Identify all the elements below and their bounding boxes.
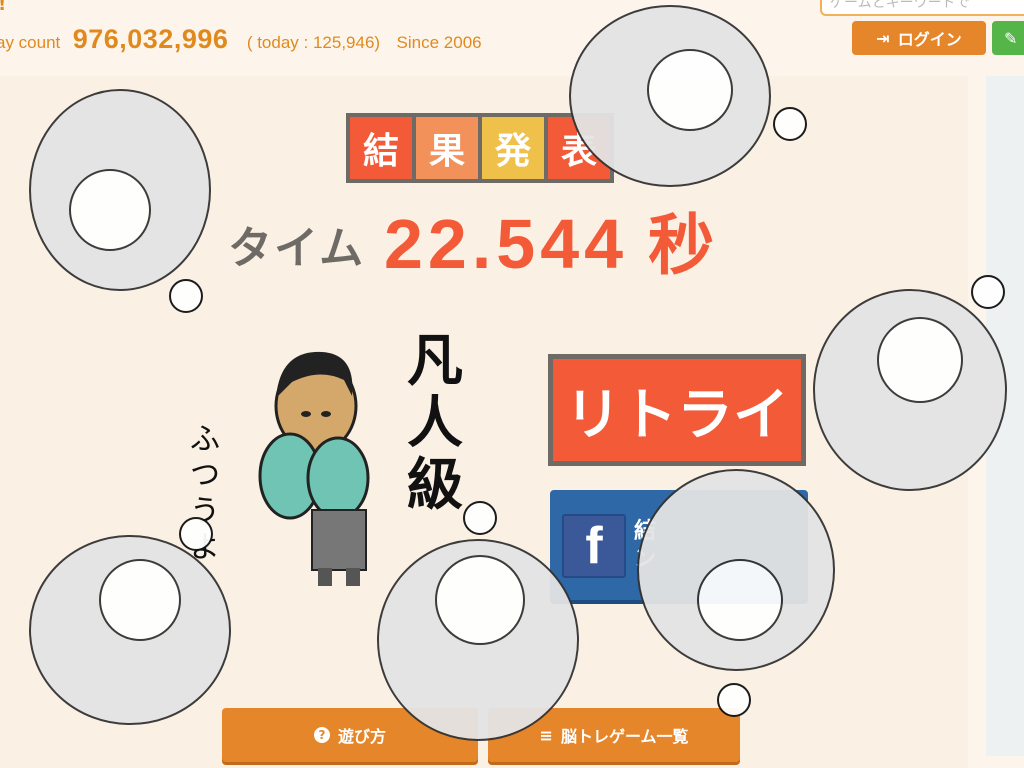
fox-girl-sticker <box>29 517 231 725</box>
fox-girl-sticker <box>637 469 835 717</box>
fox-girl-overlays <box>29 5 1007 741</box>
fox-girl-sticker <box>29 89 211 313</box>
fox-girl-sticker <box>377 501 579 741</box>
fox-girl-sticker <box>813 275 1007 491</box>
fox-girl-sticker <box>569 5 807 187</box>
